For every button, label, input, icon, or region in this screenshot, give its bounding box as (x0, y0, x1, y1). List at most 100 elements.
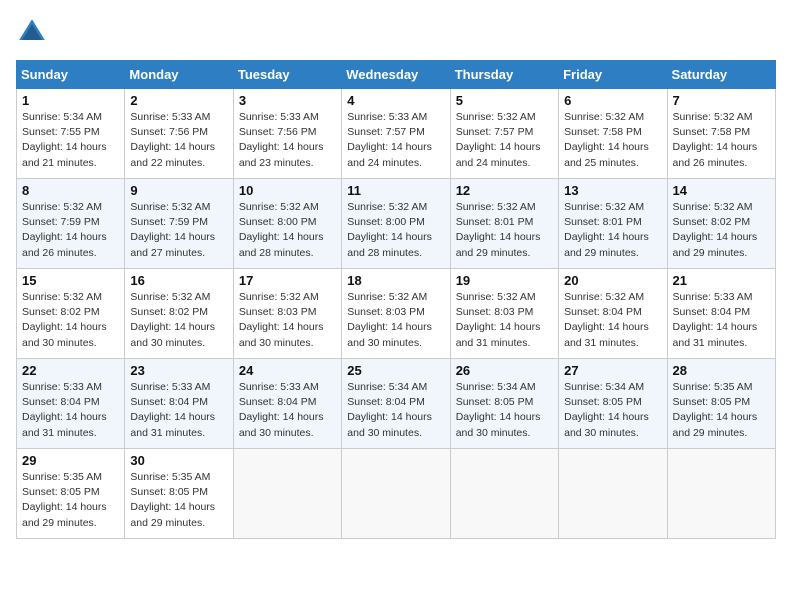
calendar-table: SundayMondayTuesdayWednesdayThursdayFrid… (16, 60, 776, 539)
day-number: 3 (239, 93, 336, 108)
day-number: 1 (22, 93, 119, 108)
day-number: 27 (564, 363, 661, 378)
day-number: 16 (130, 273, 227, 288)
weekday-header-row: SundayMondayTuesdayWednesdayThursdayFrid… (17, 61, 776, 89)
day-number: 17 (239, 273, 336, 288)
day-info: Sunrise: 5:32 AMSunset: 8:03 PMDaylight:… (456, 290, 553, 351)
day-cell-12: 12 Sunrise: 5:32 AMSunset: 8:01 PMDayligh… (450, 179, 558, 269)
weekday-header-saturday: Saturday (667, 61, 775, 89)
day-number: 2 (130, 93, 227, 108)
week-row-4: 22 Sunrise: 5:33 AMSunset: 8:04 PMDayligh… (17, 359, 776, 449)
day-info: Sunrise: 5:33 AMSunset: 8:04 PMDaylight:… (130, 380, 227, 441)
day-number: 23 (130, 363, 227, 378)
day-number: 20 (564, 273, 661, 288)
day-info: Sunrise: 5:32 AMSunset: 8:02 PMDaylight:… (673, 200, 770, 261)
day-number: 4 (347, 93, 444, 108)
empty-cell (559, 449, 667, 539)
day-number: 7 (673, 93, 770, 108)
day-number: 5 (456, 93, 553, 108)
day-cell-1: 1 Sunrise: 5:34 AMSunset: 7:55 PMDaylight… (17, 89, 125, 179)
day-info: Sunrise: 5:35 AMSunset: 8:05 PMDaylight:… (22, 470, 119, 531)
day-number: 21 (673, 273, 770, 288)
day-info: Sunrise: 5:35 AMSunset: 8:05 PMDaylight:… (673, 380, 770, 441)
day-cell-15: 15Sunrise: 5:32 AMSunset: 8:02 PMDayligh… (17, 269, 125, 359)
day-cell-14: 14 Sunrise: 5:32 AMSunset: 8:02 PMDayligh… (667, 179, 775, 269)
day-info: Sunrise: 5:33 AMSunset: 8:04 PMDaylight:… (239, 380, 336, 441)
day-cell-16: 16 Sunrise: 5:32 AMSunset: 8:02 PMDayligh… (125, 269, 233, 359)
day-info: Sunrise: 5:32 AMSunset: 8:02 PMDaylight:… (130, 290, 227, 351)
day-info: Sunrise: 5:32 AMSunset: 8:03 PMDaylight:… (239, 290, 336, 351)
day-cell-11: 11Sunrise: 5:32 AMSunset: 8:00 PMDayligh… (342, 179, 450, 269)
day-number: 8 (22, 183, 119, 198)
day-cell-6: 6 Sunrise: 5:32 AMSunset: 7:58 PMDaylight… (559, 89, 667, 179)
day-cell-3: 3 Sunrise: 5:33 AMSunset: 7:56 PMDaylight… (233, 89, 341, 179)
day-cell-19: 19 Sunrise: 5:32 AMSunset: 8:03 PMDayligh… (450, 269, 558, 359)
day-number: 6 (564, 93, 661, 108)
day-cell-23: 23 Sunrise: 5:33 AMSunset: 8:04 PMDayligh… (125, 359, 233, 449)
day-info: Sunrise: 5:32 AMSunset: 7:57 PMDaylight:… (456, 110, 553, 171)
day-info: Sunrise: 5:32 AMSunset: 8:04 PMDaylight:… (564, 290, 661, 351)
day-cell-26: 26 Sunrise: 5:34 AMSunset: 8:05 PMDayligh… (450, 359, 558, 449)
day-info: Sunrise: 5:34 AMSunset: 8:05 PMDaylight:… (456, 380, 553, 441)
day-number: 24 (239, 363, 336, 378)
day-number: 30 (130, 453, 227, 468)
empty-cell (233, 449, 341, 539)
day-cell-21: 21 Sunrise: 5:33 AMSunset: 8:04 PMDayligh… (667, 269, 775, 359)
day-number: 13 (564, 183, 661, 198)
day-info: Sunrise: 5:32 AMSunset: 7:59 PMDaylight:… (22, 200, 119, 261)
logo (16, 16, 52, 48)
day-cell-18: 18 Sunrise: 5:32 AMSunset: 8:03 PMDayligh… (342, 269, 450, 359)
weekday-header-friday: Friday (559, 61, 667, 89)
day-cell-24: 24 Sunrise: 5:33 AMSunset: 8:04 PMDayligh… (233, 359, 341, 449)
day-number: 19 (456, 273, 553, 288)
empty-cell (450, 449, 558, 539)
day-cell-7: 7Sunrise: 5:32 AMSunset: 7:58 PMDaylight… (667, 89, 775, 179)
day-info: Sunrise: 5:32 AMSunset: 8:00 PMDaylight:… (239, 200, 336, 261)
day-cell-9: 9 Sunrise: 5:32 AMSunset: 7:59 PMDaylight… (125, 179, 233, 269)
page-header (16, 16, 776, 48)
week-row-1: 1 Sunrise: 5:34 AMSunset: 7:55 PMDaylight… (17, 89, 776, 179)
day-info: Sunrise: 5:32 AMSunset: 8:01 PMDaylight:… (564, 200, 661, 261)
day-number: 28 (673, 363, 770, 378)
empty-cell (342, 449, 450, 539)
day-info: Sunrise: 5:32 AMSunset: 7:59 PMDaylight:… (130, 200, 227, 261)
day-info: Sunrise: 5:35 AMSunset: 8:05 PMDaylight:… (130, 470, 227, 531)
day-number: 29 (22, 453, 119, 468)
day-cell-28: 28 Sunrise: 5:35 AMSunset: 8:05 PMDayligh… (667, 359, 775, 449)
day-info: Sunrise: 5:32 AMSunset: 8:01 PMDaylight:… (456, 200, 553, 261)
week-row-2: 8 Sunrise: 5:32 AMSunset: 7:59 PMDaylight… (17, 179, 776, 269)
day-info: Sunrise: 5:33 AMSunset: 7:56 PMDaylight:… (239, 110, 336, 171)
day-cell-10: 10 Sunrise: 5:32 AMSunset: 8:00 PMDayligh… (233, 179, 341, 269)
day-info: Sunrise: 5:34 AMSunset: 8:04 PMDaylight:… (347, 380, 444, 441)
day-info: Sunrise: 5:32 AMSunset: 7:58 PMDaylight:… (564, 110, 661, 171)
day-number: 18 (347, 273, 444, 288)
day-cell-8: 8 Sunrise: 5:32 AMSunset: 7:59 PMDaylight… (17, 179, 125, 269)
day-info: Sunrise: 5:34 AMSunset: 7:55 PMDaylight:… (22, 110, 119, 171)
day-info: Sunrise: 5:33 AMSunset: 7:57 PMDaylight:… (347, 110, 444, 171)
weekday-header-tuesday: Tuesday (233, 61, 341, 89)
day-cell-2: 2 Sunrise: 5:33 AMSunset: 7:56 PMDaylight… (125, 89, 233, 179)
day-number: 15 (22, 273, 119, 288)
day-cell-5: 5 Sunrise: 5:32 AMSunset: 7:57 PMDaylight… (450, 89, 558, 179)
day-number: 14 (673, 183, 770, 198)
weekday-header-thursday: Thursday (450, 61, 558, 89)
empty-cell (667, 449, 775, 539)
day-info: Sunrise: 5:34 AMSunset: 8:05 PMDaylight:… (564, 380, 661, 441)
day-info: Sunrise: 5:33 AMSunset: 8:04 PMDaylight:… (22, 380, 119, 441)
day-cell-25: 25 Sunrise: 5:34 AMSunset: 8:04 PMDayligh… (342, 359, 450, 449)
day-info: Sunrise: 5:32 AMSunset: 8:03 PMDaylight:… (347, 290, 444, 351)
day-number: 10 (239, 183, 336, 198)
day-number: 25 (347, 363, 444, 378)
day-number: 12 (456, 183, 553, 198)
day-cell-30: 30 Sunrise: 5:35 AMSunset: 8:05 PMDayligh… (125, 449, 233, 539)
day-cell-27: 27 Sunrise: 5:34 AMSunset: 8:05 PMDayligh… (559, 359, 667, 449)
day-info: Sunrise: 5:33 AMSunset: 7:56 PMDaylight:… (130, 110, 227, 171)
weekday-header-monday: Monday (125, 61, 233, 89)
day-number: 9 (130, 183, 227, 198)
day-number: 26 (456, 363, 553, 378)
logo-icon (16, 16, 48, 48)
day-number: 22 (22, 363, 119, 378)
week-row-3: 15 Sunrise: 5:32 AMSunset: 8:02 PMDayligh… (17, 269, 776, 359)
day-info: Sunrise: 5:33 AMSunset: 8:04 PMDaylight:… (673, 290, 770, 351)
day-number: 11 (347, 183, 444, 198)
